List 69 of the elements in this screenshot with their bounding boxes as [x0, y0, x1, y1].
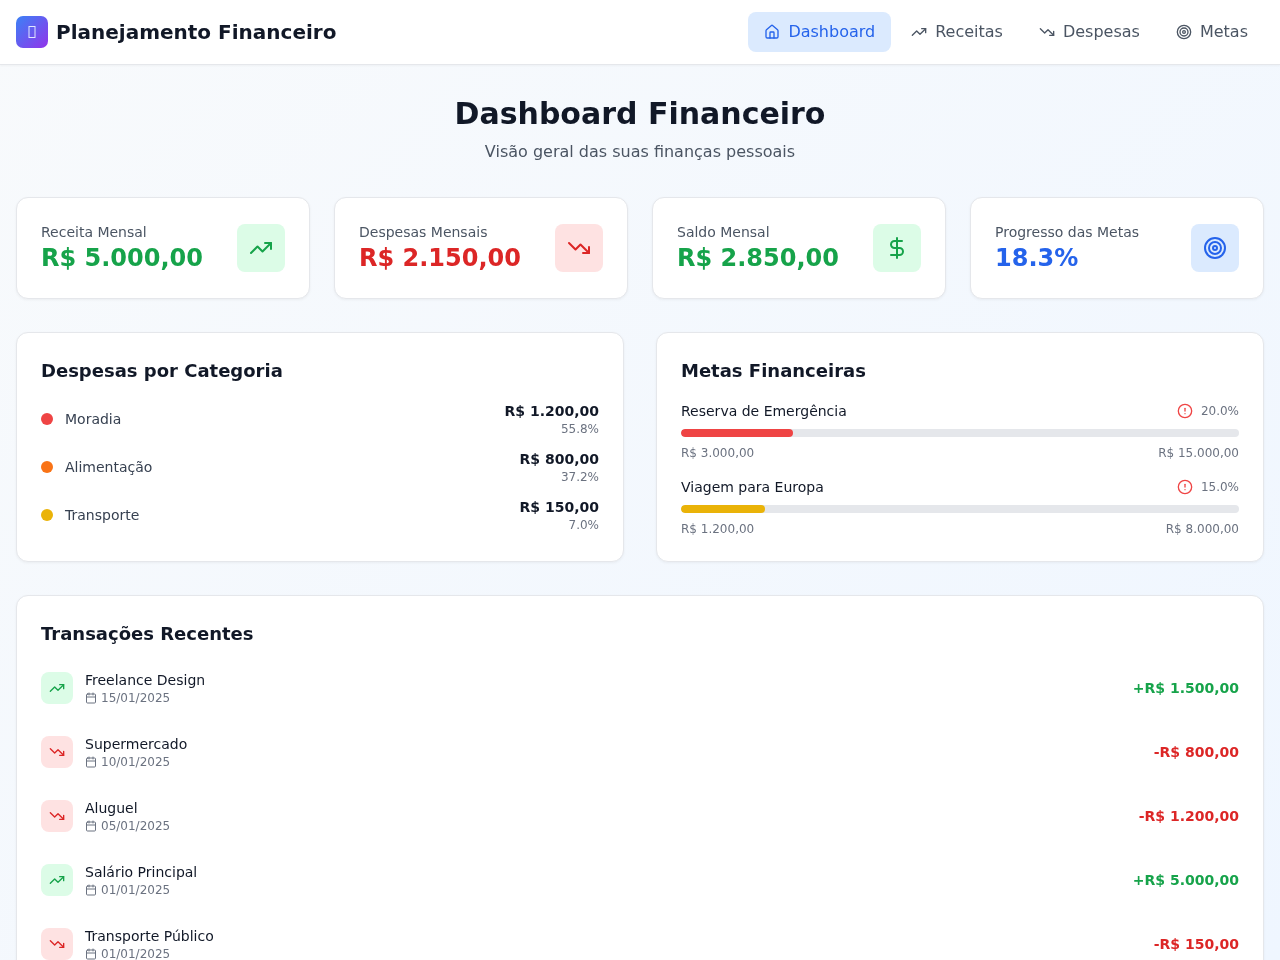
category-share: 37.2% [560, 469, 599, 485]
nav-tab[interactable]: Metas [1159, 12, 1264, 52]
nav-tab[interactable]: Despesas [1022, 12, 1156, 52]
trend-up-icon [41, 864, 73, 896]
category-amount: R$ 150,00 [519, 498, 599, 517]
transaction-date: 10/01/2025 [101, 754, 171, 770]
transaction-date: 15/01/2025 [101, 690, 171, 706]
page-subtitle: Visão geral das suas finanças pessoais [484, 141, 796, 163]
home-icon [764, 24, 781, 40]
transaction-date: 01/01/2025 [101, 882, 171, 898]
alert-icon [1176, 479, 1193, 495]
calendar-icon [85, 948, 97, 960]
category-name: Moradia [65, 410, 122, 429]
goal-percent: 15.0% [1200, 479, 1239, 495]
category-amount: R$ 800,00 [519, 450, 599, 469]
calendar-icon [85, 692, 97, 704]
trend-down-icon [41, 736, 73, 768]
goal-name: Reserva de Emergência [681, 402, 847, 421]
trend-down-icon [555, 224, 603, 272]
category-name: Alimentação [65, 458, 153, 477]
goal-current: R$ 1.200,00 [681, 521, 755, 537]
category-name: Transporte [65, 506, 140, 525]
stat-value: R$ 2.850,00 [677, 243, 839, 274]
calendar-icon [85, 820, 97, 832]
transaction-date: 01/01/2025 [101, 946, 171, 960]
transaction-name: Transporte Público [85, 927, 214, 946]
transaction-name: Aluguel [85, 799, 139, 818]
goal-target: R$ 8.000,00 [1165, 521, 1239, 537]
category-share: 55.8% [560, 421, 599, 437]
trend-down-icon [41, 928, 73, 960]
app-title: Planejamento Financeiro [56, 19, 337, 46]
category-amount: R$ 1.200,00 [504, 402, 599, 421]
transaction-amount: +R$ 1.500,00 [1132, 679, 1239, 698]
stat-value: 18.3% [995, 243, 1080, 274]
transaction-amount: -R$ 800,00 [1153, 743, 1239, 762]
stat-label: Progresso das Metas [995, 223, 1140, 242]
goal-percent: 20.0% [1200, 403, 1239, 419]
nav-tab[interactable]: Dashboard [748, 12, 892, 52]
transaction-amount: -R$ 150,00 [1153, 935, 1239, 954]
transaction-name: Salário Principal [85, 863, 198, 882]
dollar-icon [873, 224, 921, 272]
category-share: 7.0% [568, 517, 599, 533]
card-title: Metas Financeiras [681, 359, 867, 383]
stat-value: R$ 5.000,00 [41, 243, 203, 274]
transaction-date: 05/01/2025 [101, 818, 171, 834]
goal-current: R$ 3.000,00 [681, 445, 755, 461]
stat-label: Despesas Mensais [359, 223, 489, 242]
nav-tab[interactable]: Receitas [895, 12, 1019, 52]
trend-up-icon [237, 224, 285, 272]
transaction-name: Supermercado [85, 735, 188, 754]
goal-target: R$ 15.000,00 [1158, 445, 1239, 461]
goal-name: Viagem para Europa [681, 478, 824, 497]
calendar-icon [85, 756, 97, 768]
trend-down-icon [41, 800, 73, 832]
calendar-icon [85, 884, 97, 896]
stat-value: R$ 2.150,00 [359, 243, 521, 274]
target-icon [1191, 224, 1239, 272]
logo-icon [16, 16, 48, 48]
card-title: Transações Recentes [41, 622, 255, 646]
stat-label: Saldo Mensal [677, 223, 771, 242]
transaction-amount: +R$ 5.000,00 [1132, 871, 1239, 890]
stat-label: Receita Mensal [41, 223, 148, 242]
page-title: Dashboard Financeiro [454, 96, 826, 132]
transaction-name: Freelance Design [85, 671, 206, 690]
target-icon [1175, 24, 1192, 40]
card-title: Despesas por Categoria [41, 359, 284, 383]
trend-up-icon [41, 672, 73, 704]
transaction-amount: -R$ 1.200,00 [1138, 807, 1239, 826]
alert-icon [1176, 403, 1193, 419]
